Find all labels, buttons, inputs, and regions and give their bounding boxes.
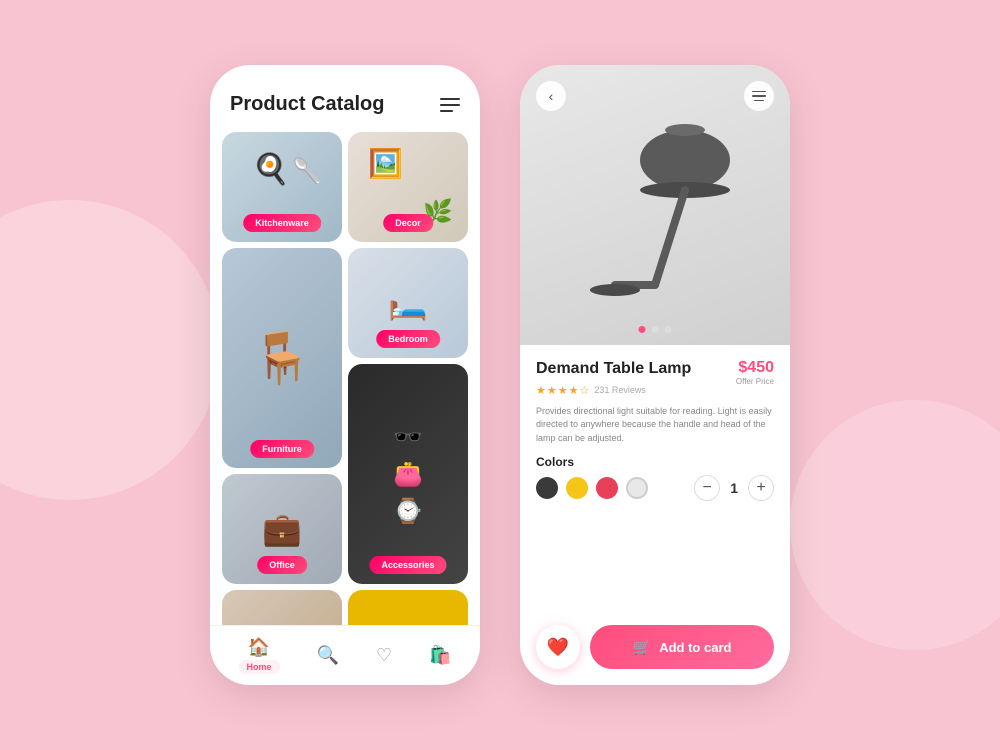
menu-button[interactable] <box>744 81 774 111</box>
colors-section: Colors − 1 + <box>536 455 774 501</box>
cart-icon: 🛍️ <box>429 645 451 666</box>
back-button[interactable]: ‹ <box>536 81 566 111</box>
product-price: $450 <box>736 359 774 377</box>
swatch-yellow[interactable] <box>566 477 588 499</box>
category-decor[interactable]: Decor <box>348 132 468 242</box>
quantity-decrease-button[interactable]: − <box>694 475 720 501</box>
category-office[interactable]: 💼 Office <box>222 474 342 584</box>
product-top-row: Demand Table Lamp ★★★★☆ 231 Reviews $450… <box>536 359 774 397</box>
product-name-block: Demand Table Lamp ★★★★☆ 231 Reviews <box>536 359 691 397</box>
action-bar: ❤️ 🛒 Add to card <box>520 615 790 685</box>
nav-cart[interactable]: 🛍️ <box>429 645 451 666</box>
dot-2[interactable] <box>652 326 659 333</box>
wishlist-button[interactable]: ❤️ <box>536 625 580 669</box>
colors-row: − 1 + <box>536 475 774 501</box>
add-to-cart-button[interactable]: 🛒 Add to card <box>590 625 774 669</box>
colors-label: Colors <box>536 455 774 469</box>
quantity-value: 1 <box>730 480 738 496</box>
product-description: Provides directional light suitable for … <box>536 405 774 446</box>
product-image-area: ‹ <box>520 65 790 345</box>
swatch-light[interactable] <box>626 477 648 499</box>
swatch-dark[interactable] <box>536 477 558 499</box>
stars-row: ★★★★☆ 231 Reviews <box>536 384 691 397</box>
product-info: Demand Table Lamp ★★★★☆ 231 Reviews $450… <box>520 345 790 501</box>
nav-home[interactable]: 🏠 Home <box>239 637 280 674</box>
dot-1[interactable] <box>639 326 646 333</box>
hamburger-icon[interactable] <box>440 98 460 112</box>
product-name: Demand Table Lamp <box>536 359 691 380</box>
office-badge: Office <box>257 556 307 574</box>
product-header-icons: ‹ <box>520 81 790 111</box>
category-accessories[interactable]: 🕶️👛⌚ Accessories <box>348 364 468 584</box>
furniture-badge: Furniture <box>250 440 314 458</box>
swatch-pink[interactable] <box>596 477 618 499</box>
category-bedroom[interactable]: 🛏️ Bedroom <box>348 248 468 358</box>
price-label: Offer Price <box>736 377 774 386</box>
star-rating: ★★★★☆ <box>536 384 590 397</box>
nav-search[interactable]: 🔍 <box>317 645 339 666</box>
nav-home-label: Home <box>239 660 280 674</box>
kitchenware-badge: Kitchenware <box>243 214 321 232</box>
category-kitchenware[interactable]: Kitchenware <box>222 132 342 242</box>
search-icon: 🔍 <box>317 645 339 666</box>
price-block: $450 Offer Price <box>736 359 774 386</box>
home-icon: 🏠 <box>248 637 270 658</box>
bottom-nav: 🏠 Home 🔍 ♡ 🛍️ <box>210 625 480 685</box>
color-swatches <box>536 477 648 499</box>
add-to-cart-label: Add to card <box>659 640 731 655</box>
heart-icon: ♡ <box>376 645 392 666</box>
accessories-badge: Accessories <box>369 556 446 574</box>
bedroom-badge: Bedroom <box>376 330 440 348</box>
page-title: Product Catalog <box>230 93 384 116</box>
catalog-header: Product Catalog <box>210 65 480 132</box>
heart-icon: ❤️ <box>547 637 569 658</box>
right-phone: ‹ <box>520 65 790 685</box>
category-furniture[interactable]: 🪑 Furniture <box>222 248 342 468</box>
image-dots <box>639 326 672 333</box>
lamp-image <box>555 85 755 325</box>
quantity-increase-button[interactable]: + <box>748 475 774 501</box>
catalog-grid: Kitchenware Decor 🪑 Furniture 🛏️ Bedroom <box>210 132 480 685</box>
dot-3[interactable] <box>665 326 672 333</box>
cart-icon: 🛒 <box>633 638 652 656</box>
quantity-control: − 1 + <box>694 475 774 501</box>
review-count: 231 Reviews <box>594 385 646 395</box>
left-phone: Product Catalog Kitchenware Decor 🪑 Furn… <box>210 65 480 685</box>
decor-badge: Decor <box>383 214 433 232</box>
nav-wishlist[interactable]: ♡ <box>376 645 392 666</box>
